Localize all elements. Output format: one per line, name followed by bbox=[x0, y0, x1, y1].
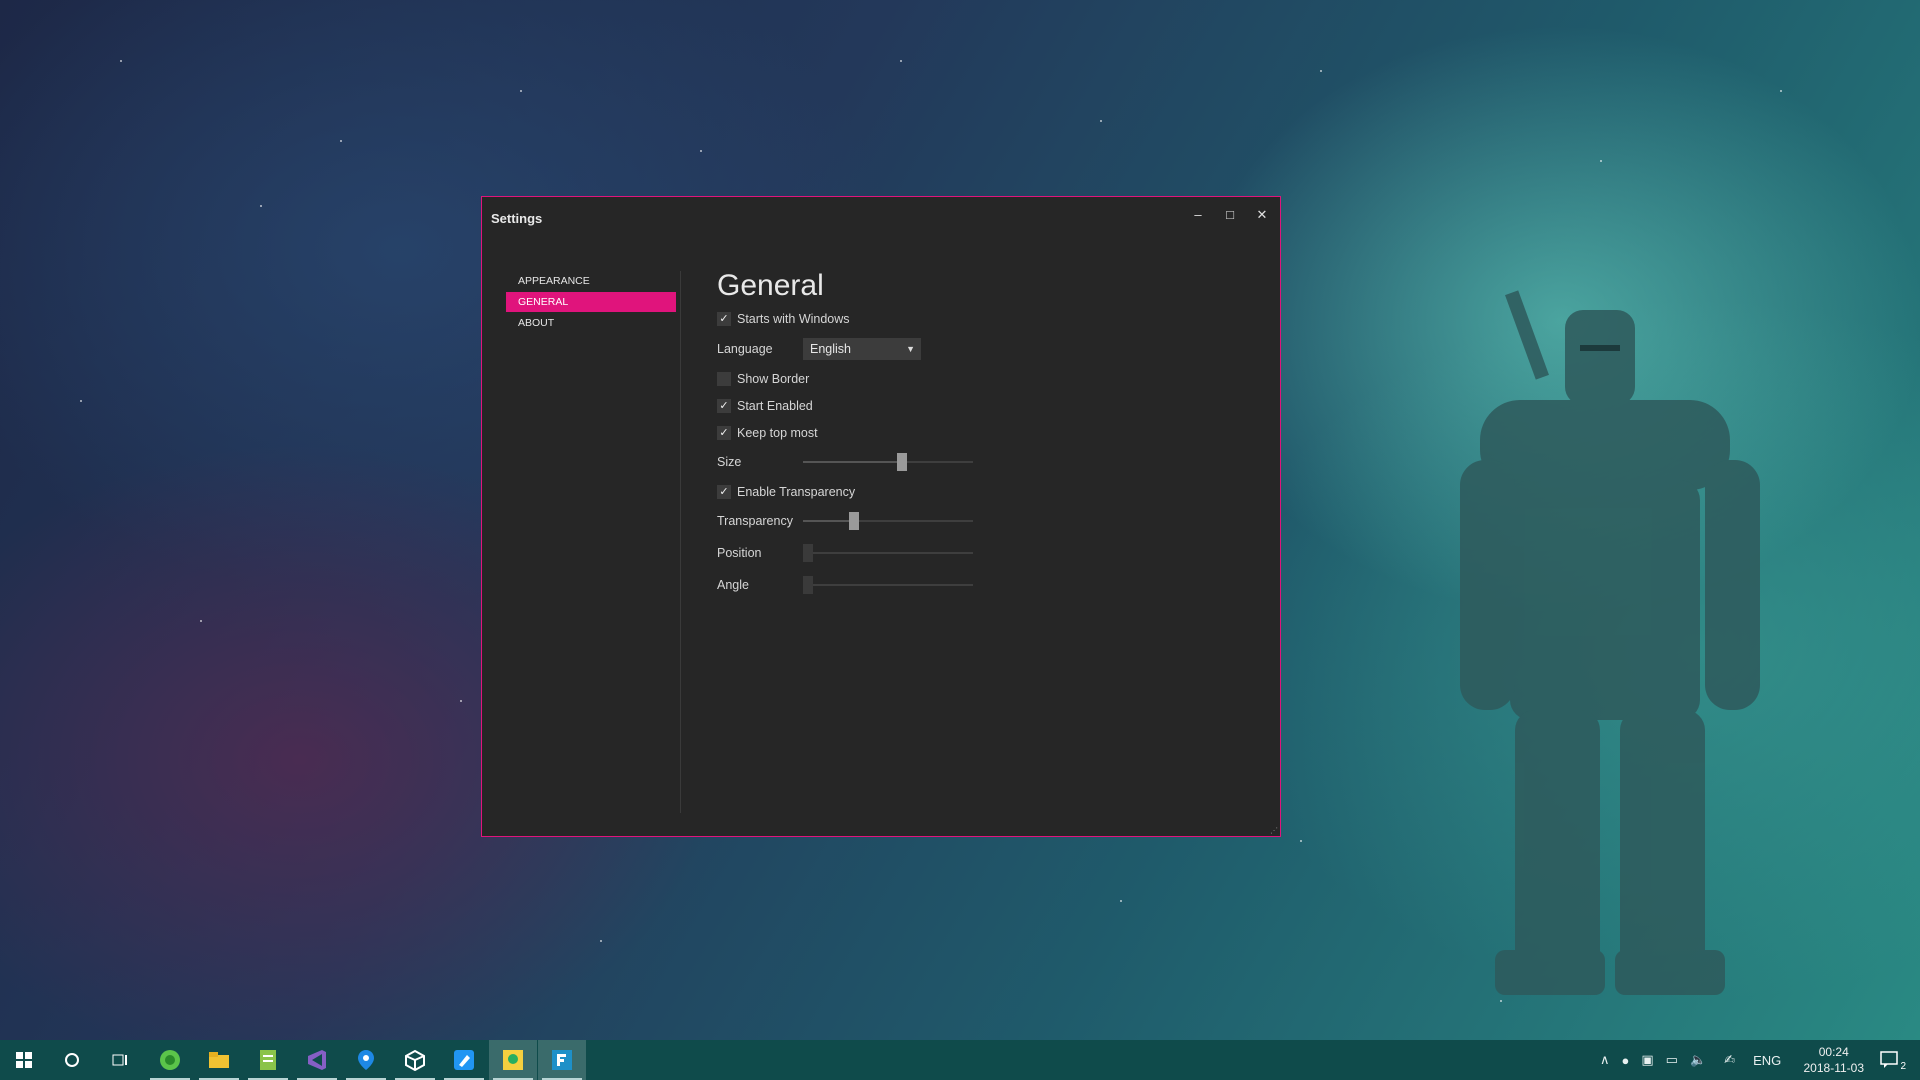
browser-icon[interactable] bbox=[146, 1040, 194, 1080]
visual-studio-icon[interactable] bbox=[293, 1040, 341, 1080]
volume-icon[interactable]: 🔈 bbox=[1690, 1052, 1706, 1068]
starts-with-windows-row[interactable]: ✓ Starts with Windows bbox=[717, 308, 850, 330]
start-enabled-row[interactable]: ✓ Start Enabled bbox=[717, 395, 813, 417]
chevron-down-icon: ▼ bbox=[906, 344, 915, 354]
system-tray: ∧ ● ▣ ▭ 🔈 ✍ ENG bbox=[1600, 1040, 1781, 1080]
page-title: General bbox=[717, 269, 824, 302]
keep-top-most-label: Keep top most bbox=[737, 426, 818, 440]
notepad-icon[interactable] bbox=[244, 1040, 292, 1080]
language-label: Language bbox=[717, 342, 773, 356]
start-enabled-checkbox[interactable]: ✓ bbox=[717, 399, 731, 413]
angle-row: Angle bbox=[717, 574, 973, 596]
angle-slider[interactable] bbox=[803, 574, 973, 596]
transparency-row: Transparency bbox=[717, 510, 973, 532]
language-dropdown[interactable]: English ▼ bbox=[803, 338, 921, 360]
close-button[interactable]: ✕ bbox=[1248, 203, 1276, 227]
size-slider[interactable] bbox=[803, 451, 973, 473]
task-view-icon[interactable] bbox=[96, 1040, 144, 1080]
starts-with-windows-checkbox[interactable]: ✓ bbox=[717, 312, 731, 326]
nav-item-about[interactable]: ABOUT bbox=[506, 313, 676, 333]
nav-divider bbox=[680, 271, 681, 813]
title-bar[interactable]: Settings – □ ✕ bbox=[482, 197, 1280, 237]
position-row: Position bbox=[717, 542, 973, 564]
keep-top-most-checkbox[interactable]: ✓ bbox=[717, 426, 731, 440]
language-value: English bbox=[810, 342, 851, 356]
language-row: Language English ▼ bbox=[717, 338, 921, 360]
clock-time: 00:24 bbox=[1818, 1045, 1849, 1059]
image-app-icon[interactable] bbox=[489, 1040, 537, 1080]
general-panel: General ✓ Starts with Windows Language E… bbox=[717, 269, 1257, 594]
maximize-button[interactable]: □ bbox=[1216, 203, 1244, 227]
settings-window: Settings – □ ✕ APPEARANCE GENERAL ABOUT … bbox=[481, 196, 1281, 837]
file-explorer-icon[interactable] bbox=[195, 1040, 243, 1080]
chevron-up-icon[interactable]: ∧ bbox=[1600, 1052, 1610, 1068]
enable-transparency-checkbox[interactable]: ✓ bbox=[717, 485, 731, 499]
size-row: Size bbox=[717, 451, 973, 473]
slider-thumb[interactable] bbox=[897, 453, 907, 471]
taskbar: ∧ ● ▣ ▭ 🔈 ✍ ENG 00:24 2018-11-03 2 bbox=[0, 1040, 1920, 1080]
enable-transparency-row[interactable]: ✓ Enable Transparency bbox=[717, 481, 855, 503]
slider-thumb[interactable] bbox=[849, 512, 859, 530]
slider-thumb[interactable] bbox=[803, 544, 813, 562]
app-f-icon[interactable] bbox=[538, 1040, 586, 1080]
starts-with-windows-label: Starts with Windows bbox=[737, 312, 850, 326]
knight-wallpaper-figure bbox=[1460, 290, 1760, 995]
position-label: Position bbox=[717, 546, 762, 560]
nav-item-appearance[interactable]: APPEARANCE bbox=[506, 271, 676, 291]
slider-thumb[interactable] bbox=[803, 576, 813, 594]
start-enabled-label: Start Enabled bbox=[737, 399, 813, 413]
keep-top-most-row[interactable]: ✓ Keep top most bbox=[717, 422, 818, 444]
show-border-row[interactable]: Show Border bbox=[717, 368, 809, 390]
show-border-checkbox[interactable] bbox=[717, 372, 731, 386]
network-icon[interactable]: ▭ bbox=[1666, 1052, 1678, 1068]
transparency-label: Transparency bbox=[717, 514, 793, 528]
unity-icon[interactable] bbox=[391, 1040, 439, 1080]
cortana-circle-icon[interactable] bbox=[48, 1040, 96, 1080]
clock-date: 2018-11-03 bbox=[1803, 1061, 1865, 1075]
position-slider[interactable] bbox=[803, 542, 973, 564]
clock[interactable]: 00:24 2018-11-03 bbox=[1804, 1044, 1865, 1076]
notification-count: 2 bbox=[1900, 1061, 1906, 1072]
enable-transparency-label: Enable Transparency bbox=[737, 485, 856, 499]
window-title: Settings bbox=[491, 211, 543, 226]
windows-logo-icon[interactable] bbox=[0, 1040, 48, 1080]
transparency-slider[interactable] bbox=[803, 510, 973, 532]
app-tray-icon[interactable]: ▣ bbox=[1641, 1052, 1653, 1068]
paint-icon[interactable] bbox=[440, 1040, 488, 1080]
steam-icon[interactable]: ● bbox=[1622, 1053, 1630, 1068]
notification-center-icon[interactable]: 2 bbox=[1866, 1040, 1914, 1080]
minimize-button[interactable]: – bbox=[1184, 203, 1212, 227]
angle-label: Angle bbox=[717, 578, 749, 592]
maps-icon[interactable] bbox=[342, 1040, 390, 1080]
pen-icon[interactable]: ✍ bbox=[1724, 1052, 1735, 1068]
show-border-label: Show Border bbox=[737, 372, 810, 386]
size-label: Size bbox=[717, 455, 742, 469]
nav-item-general[interactable]: GENERAL bbox=[506, 292, 676, 312]
settings-nav: APPEARANCE GENERAL ABOUT bbox=[506, 271, 676, 334]
input-language[interactable]: ENG bbox=[1753, 1053, 1781, 1068]
resize-grip-icon[interactable]: ⋰ bbox=[1270, 826, 1278, 835]
